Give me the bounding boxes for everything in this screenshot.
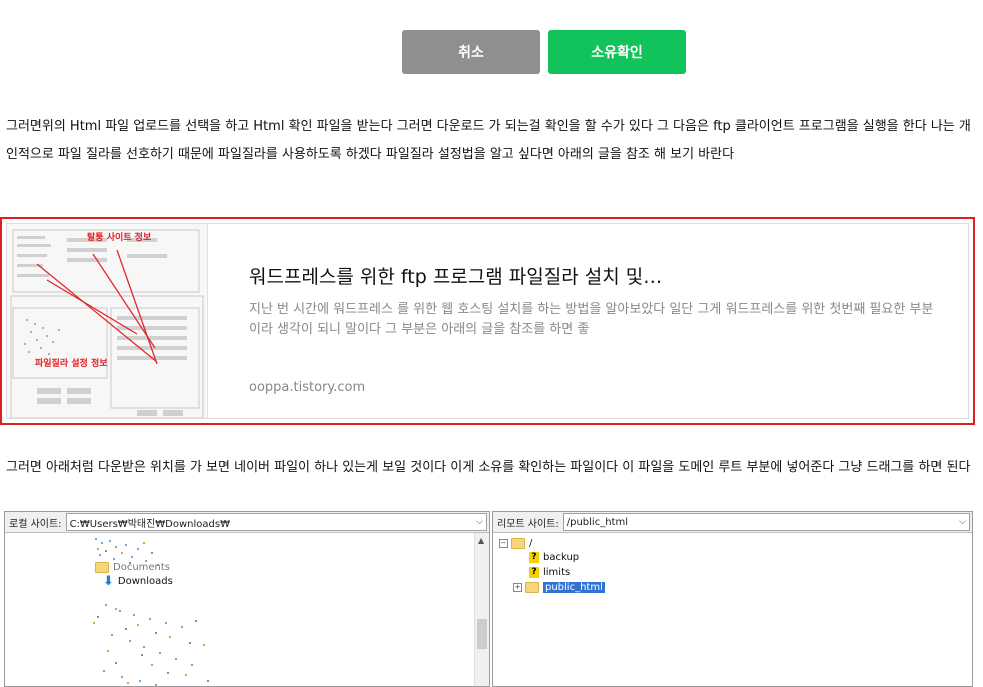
expand-icon[interactable]: + bbox=[513, 582, 522, 592]
remote-tree-item-limits[interactable]: ? limits bbox=[529, 565, 570, 579]
folder-icon bbox=[511, 537, 525, 549]
folder-icon bbox=[525, 581, 539, 593]
link-card-inner[interactable]: 탈퉁 사이트 정보 파일질라 설정 정보 워드프레스를 위한 ftp 프로그램 … bbox=[6, 223, 969, 419]
remote-tree-label-limits: limits bbox=[543, 566, 571, 578]
remote-site-label: 리모트 사이트: bbox=[497, 518, 559, 530]
local-site-path-input[interactable]: C:₩Users₩박태진₩Downloads₩ ⌵ bbox=[65, 513, 487, 531]
thumbnail-image bbox=[7, 224, 207, 418]
thumbnail-caption-top: 탈퉁 사이트 정보 bbox=[87, 233, 152, 243]
remote-tree-label-public-html: public_html bbox=[543, 581, 605, 593]
local-tree-item-documents[interactable]: Documents bbox=[95, 560, 170, 574]
link-card-thumbnail: 탈퉁 사이트 정보 파일질라 설정 정보 bbox=[7, 224, 208, 418]
local-site-address-row: 로컬 사이트: C:₩Users₩박태진₩Downloads₩ ⌵ bbox=[5, 512, 489, 533]
chevron-down-icon[interactable]: ⌵ bbox=[476, 517, 483, 527]
scroll-up-icon[interactable]: ▲ bbox=[478, 536, 484, 545]
unknown-folder-icon: ? bbox=[529, 551, 539, 563]
link-card-description: 지난 번 시간에 워드프레스 를 위한 웹 호스팅 설치를 하는 방법을 알아보… bbox=[249, 302, 934, 337]
local-scrollbar[interactable]: ▲ bbox=[474, 533, 489, 686]
remote-tree-item-backup[interactable]: ? backup bbox=[529, 550, 579, 564]
confirm-ownership-button[interactable]: 소유확인 bbox=[548, 30, 686, 74]
paragraph-intro: 그러면위의 Html 파일 업로드를 선택을 하고 Html 확인 파일을 받는… bbox=[6, 119, 971, 162]
remote-tree-label-root: / bbox=[529, 537, 533, 549]
folder-icon bbox=[95, 561, 109, 573]
collapse-icon[interactable]: − bbox=[499, 538, 508, 548]
local-tree-label-documents: Documents bbox=[113, 561, 171, 573]
remote-tree-label-backup: backup bbox=[543, 551, 580, 563]
local-site-label: 로컬 사이트: bbox=[9, 518, 62, 530]
link-preview-card[interactable]: 탈퉁 사이트 정보 파일질라 설정 정보 워드프레스를 위한 ftp 프로그램 … bbox=[0, 217, 975, 425]
cancel-button[interactable]: 취소 bbox=[402, 30, 540, 74]
local-scrollbar-thumb[interactable] bbox=[477, 619, 487, 649]
remote-site-path: /public_html bbox=[566, 516, 628, 528]
remote-tree-item-public-html[interactable]: + public_html bbox=[513, 580, 605, 594]
local-tree-label-downloads: Downloads bbox=[117, 575, 173, 587]
remote-site-path-input[interactable]: /public_html ⌵ bbox=[562, 513, 970, 531]
chevron-down-icon[interactable]: ⌵ bbox=[959, 517, 966, 527]
local-site-panel[interactable]: 로컬 사이트: C:₩Users₩박태진₩Downloads₩ ⌵ Docume… bbox=[4, 511, 490, 687]
local-tree-item-downloads[interactable]: ⬇ Downloads bbox=[103, 573, 173, 589]
remote-site-panel[interactable]: 리모트 사이트: /public_html ⌵ − / ? backup ? l… bbox=[492, 511, 973, 687]
thumbnail-caption-bottom: 파일질라 설정 정보 bbox=[35, 359, 108, 369]
unknown-folder-icon: ? bbox=[529, 566, 539, 578]
local-site-path: C:₩Users₩박태진₩Downloads₩ bbox=[69, 518, 230, 530]
download-arrow-icon: ⬇ bbox=[103, 573, 114, 589]
link-card-url: ooppa.tistory.com bbox=[249, 380, 366, 395]
paragraph-drag-instruction: 그러면 아래처럼 다운받은 위치를 가 보면 네이버 파일이 하나 있는게 보일… bbox=[6, 460, 971, 475]
pixelated-tree-area bbox=[93, 538, 209, 686]
remote-tree-item-root[interactable]: − / bbox=[499, 536, 532, 550]
remote-site-address-row: 리모트 사이트: /public_html ⌵ bbox=[493, 512, 972, 533]
link-card-title[interactable]: 워드프레스를 위한 ftp 프로그램 파일질라 설치 및… bbox=[249, 262, 662, 289]
